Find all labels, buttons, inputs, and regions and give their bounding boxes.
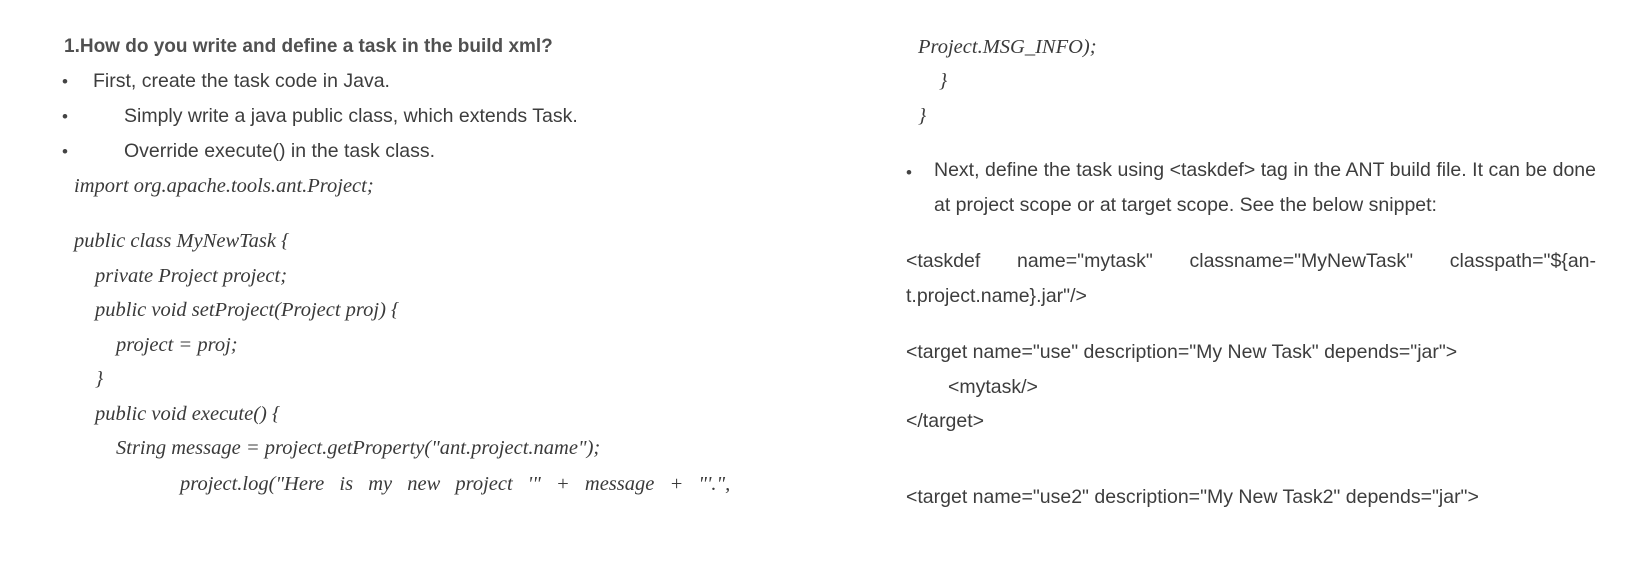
bullet-item: First, create the task code in Java. bbox=[93, 70, 390, 92]
code-line: public void setProject(Project proj) { bbox=[95, 299, 400, 321]
bullet-item: Override execute() in the task class. bbox=[124, 140, 436, 162]
target-close-tag: </target> bbox=[906, 410, 985, 432]
bullet-dot: • bbox=[906, 163, 912, 182]
bullet-dot: • bbox=[62, 107, 68, 126]
target-open-tag: <target name="use" description="My New T… bbox=[906, 341, 1458, 363]
bullet-dot: • bbox=[62, 142, 68, 161]
code-line: public class MyNewTask { bbox=[74, 230, 290, 252]
code-line: project = proj; bbox=[116, 334, 238, 356]
taskdef-line: <taskdef name="mytask" classname="MyNewT… bbox=[906, 250, 1596, 272]
bullet-dot: • bbox=[62, 72, 68, 91]
code-line: import org.apache.tools.ant.Project; bbox=[74, 175, 374, 197]
code-line: } bbox=[95, 368, 104, 390]
target-inner-tag: <mytask/> bbox=[948, 376, 1038, 398]
taskdef-line: t.project.name}.jar"/> bbox=[906, 285, 1087, 307]
code-line: String message = project.getProperty("an… bbox=[116, 437, 601, 459]
code-line: public void execute() { bbox=[95, 403, 281, 425]
code-line: } bbox=[918, 105, 927, 127]
code-line: Project.MSG_INFO); bbox=[918, 36, 1097, 58]
code-line: private Project project; bbox=[95, 265, 288, 287]
bullet-paragraph: Next, define the task using <taskdef> ta… bbox=[934, 159, 1596, 216]
bullet-item: Simply write a java public class, which … bbox=[124, 105, 578, 127]
target-open-tag: <target name="use2" description="My New … bbox=[906, 486, 1479, 508]
question-heading: 1.How do you write and define a task in … bbox=[64, 36, 553, 57]
code-line: } bbox=[939, 70, 948, 92]
code-line: project.log("Here is my new project '" +… bbox=[180, 473, 731, 495]
